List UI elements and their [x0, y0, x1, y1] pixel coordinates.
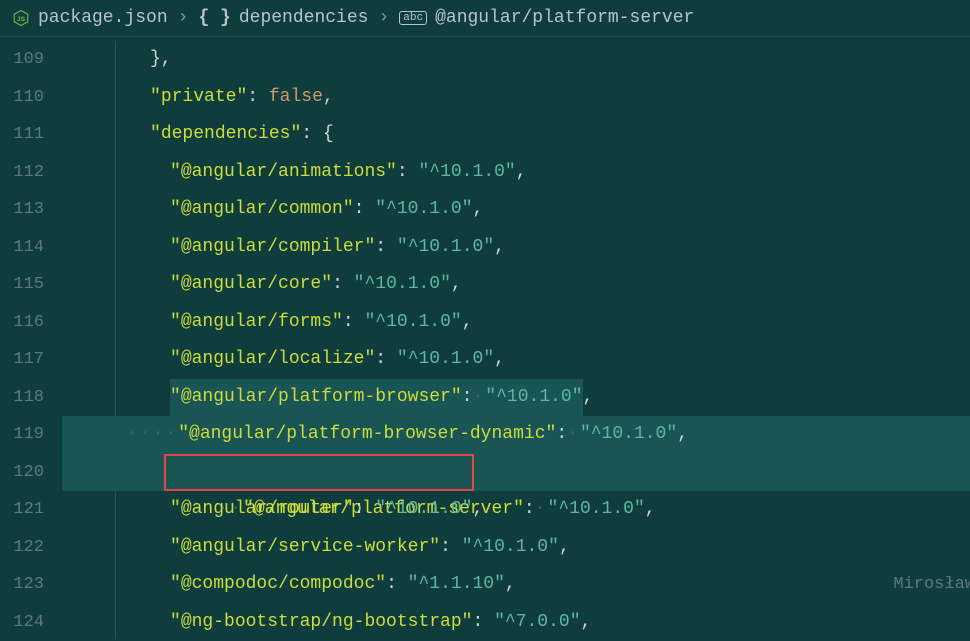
nodejs-icon: JS — [12, 9, 30, 27]
code-line[interactable]: "@angular/compiler": "^10.1.0", — [62, 229, 970, 267]
svg-text:JS: JS — [17, 16, 26, 23]
gutter: 109 110 111 112 113 114 115 116 117 118 … — [0, 37, 62, 635]
code-line[interactable]: "@angular/platform-browser":·"^10.1.0", — [62, 379, 970, 417]
breadcrumb-file[interactable]: JS package.json — [12, 8, 168, 28]
line-number[interactable]: 121 — [0, 491, 62, 529]
breadcrumb-property-label: @angular/platform-server — [435, 8, 694, 28]
braces-icon: { } — [198, 8, 230, 28]
line-number[interactable]: 116 — [0, 304, 62, 342]
line-number[interactable]: 110 — [0, 79, 62, 117]
code-line[interactable]: "@angular/forms": "^10.1.0", — [62, 304, 970, 342]
line-number[interactable]: 117 — [0, 341, 62, 379]
code-line[interactable]: "@angular/localize": "^10.1.0", — [62, 341, 970, 379]
line-number[interactable]: 118 — [0, 379, 62, 417]
code-line[interactable]: "@angular/core": "^10.1.0", — [62, 266, 970, 304]
line-number[interactable]: 123 — [0, 566, 62, 604]
code-line[interactable]: "@compodoc/compodoc": "^1.1.10", — [62, 566, 970, 604]
code-line[interactable]: ····"@angular/platform-browser-dynamic":… — [62, 416, 970, 454]
code-line[interactable]: ····"@angular/platform-server":·"^10.1.0… — [62, 454, 970, 492]
breadcrumb-section-label: dependencies — [239, 8, 369, 28]
code-line[interactable]: "@angular/router": "^10.1.0", — [62, 491, 970, 529]
line-number[interactable]: 124 — [0, 604, 62, 641]
line-number[interactable]: 114 — [0, 229, 62, 267]
line-number[interactable]: 120 — [0, 454, 62, 492]
code-line[interactable]: "private": false, — [62, 79, 970, 117]
code-line[interactable]: "dependencies": { — [62, 116, 970, 154]
line-number[interactable]: 122 — [0, 529, 62, 567]
line-number[interactable]: 119 — [0, 416, 62, 454]
chevron-right-icon: › — [178, 8, 189, 28]
line-number[interactable]: 111 — [0, 116, 62, 154]
code-line[interactable]: "@angular/common": "^10.1.0", — [62, 191, 970, 229]
breadcrumb-file-label: package.json — [38, 8, 168, 28]
breadcrumb-section[interactable]: { } dependencies — [198, 8, 368, 28]
line-number[interactable]: 109 — [0, 41, 62, 79]
chevron-right-icon: › — [378, 8, 389, 28]
code-line[interactable]: "@ng-bootstrap/ng-bootstrap": "^7.0.0", — [62, 604, 970, 641]
breadcrumb-property[interactable]: abc @angular/platform-server — [399, 8, 694, 28]
code-line[interactable]: "@angular/animations": "^10.1.0", — [62, 154, 970, 192]
breadcrumb[interactable]: JS package.json › { } dependencies › abc… — [0, 0, 970, 37]
abc-icon: abc — [399, 11, 427, 25]
code-editor[interactable]: 109 110 111 112 113 114 115 116 117 118 … — [0, 37, 970, 635]
code-line[interactable]: "@angular/service-worker": "^10.1.0", — [62, 529, 970, 567]
line-number[interactable]: 113 — [0, 191, 62, 229]
highlight-box — [164, 454, 474, 491]
line-number[interactable]: 115 — [0, 266, 62, 304]
code-area[interactable]: }, "private": false, "dependencies": { "… — [62, 37, 970, 635]
code-line[interactable]: }, — [62, 41, 970, 79]
line-number[interactable]: 112 — [0, 154, 62, 192]
